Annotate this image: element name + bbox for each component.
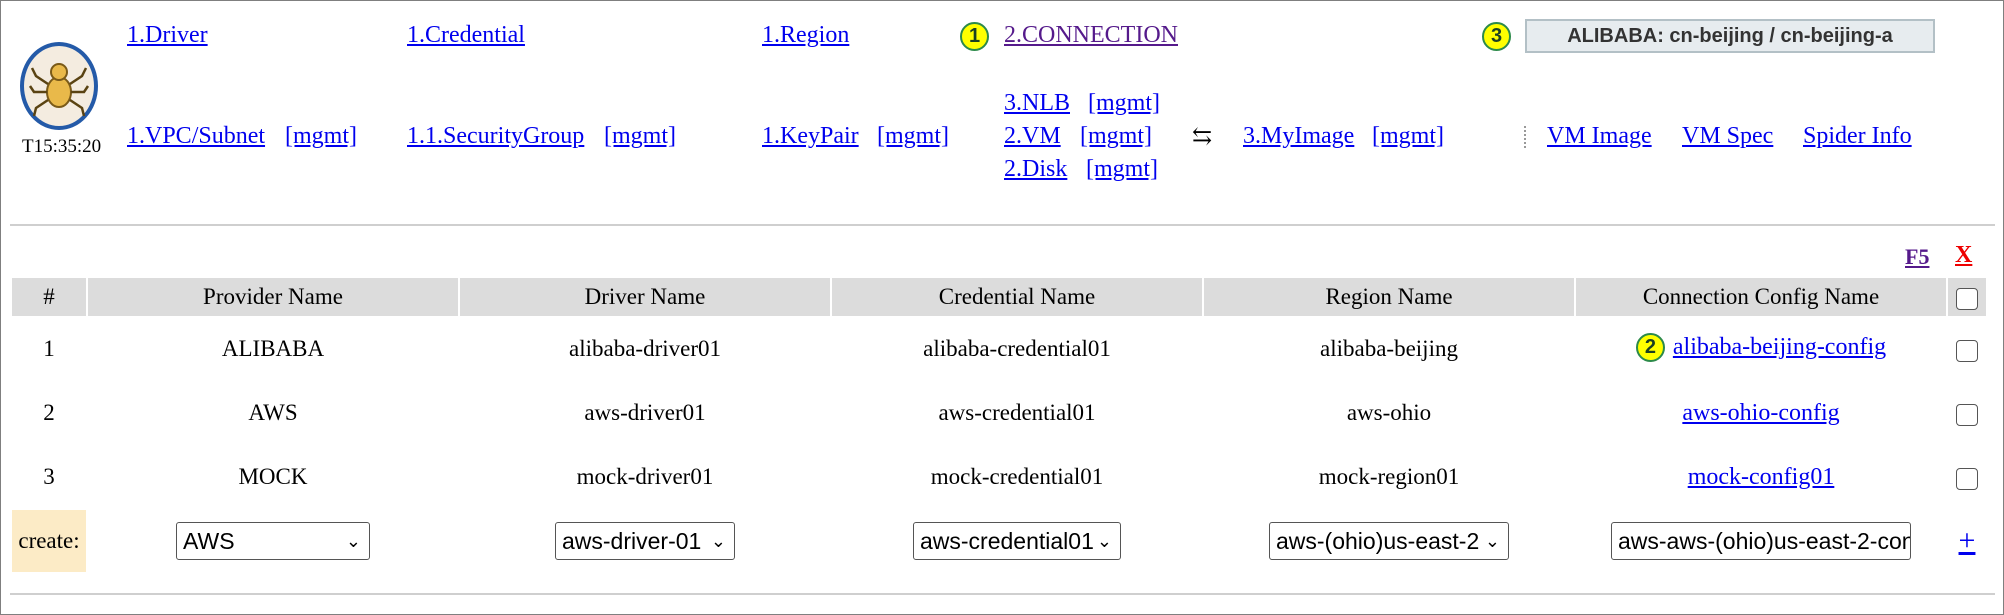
row-checkbox[interactable] bbox=[1956, 467, 1978, 490]
config-name-cell: 2 alibaba-beijing-config bbox=[1576, 318, 1946, 380]
row-checkbox[interactable] bbox=[1956, 403, 1978, 426]
row-select-cell bbox=[1948, 382, 1986, 444]
provider-name: ALIBABA bbox=[221, 336, 325, 361]
nav-spider-info-link[interactable]: Spider Info bbox=[1803, 123, 1912, 150]
create-config-cell: aws-aws-(ohio)us-east-2-con bbox=[1576, 510, 1946, 572]
create-label: create: bbox=[12, 510, 86, 572]
nav-vpc-link[interactable]: 1.VPC/Subnet bbox=[127, 123, 265, 150]
credential-select-value: aws-credential01 bbox=[920, 528, 1094, 554]
credential-name: alibaba-credential01 bbox=[923, 336, 1111, 361]
credential-name: mock-credential01 bbox=[930, 464, 1104, 489]
connection-table: # Provider Name Driver Name Credential N… bbox=[10, 276, 1988, 574]
col-provider-header: Provider Name bbox=[88, 278, 458, 316]
col-credential-header: Credential Name bbox=[832, 278, 1202, 316]
nav-securitygroup-link[interactable]: 1.1.SecurityGroup bbox=[407, 123, 584, 150]
driver-select-value: aws-driver-01 bbox=[562, 528, 702, 554]
table-row: 2 AWS aws-driver01 aws-credential01 aws-… bbox=[12, 382, 1986, 444]
driver-name: alibaba-driver01 bbox=[569, 336, 721, 361]
nav-disk-mgmt-link[interactable]: [mgmt] bbox=[1086, 156, 1158, 183]
row-select-cell bbox=[1948, 446, 1986, 508]
nav-myimage-mgmt-link[interactable]: [mgmt] bbox=[1372, 123, 1444, 150]
nav-keypair-link[interactable]: 1.KeyPair bbox=[762, 123, 859, 150]
config-name-cell: mock-config01 bbox=[1576, 446, 1946, 508]
region-name: mock-region01 bbox=[1318, 464, 1460, 489]
chevron-down-icon: ⌄ bbox=[345, 531, 361, 551]
region-select[interactable]: aws-(ohio)us-east-2 ⌄ bbox=[1269, 522, 1509, 560]
nav-driver-link[interactable]: 1.Driver bbox=[127, 22, 208, 49]
header-divider bbox=[10, 224, 1995, 226]
driver-name: mock-driver01 bbox=[576, 464, 714, 489]
nav-vm-spec-link[interactable]: VM Spec bbox=[1682, 123, 1773, 150]
nav-nlb-link[interactable]: 3.NLB bbox=[1004, 90, 1070, 117]
provider-name: MOCK bbox=[238, 464, 308, 489]
row-number: 2 bbox=[43, 400, 55, 425]
col-number-header: # bbox=[12, 278, 86, 316]
table-row: 1 ALIBABA alibaba-driver01 alibaba-crede… bbox=[12, 318, 1986, 380]
col-config-header: Connection Config Name bbox=[1576, 278, 1946, 316]
chevron-down-icon: ⌄ bbox=[1484, 531, 1500, 551]
config-name-input[interactable]: aws-aws-(ohio)us-east-2-con bbox=[1611, 522, 1911, 560]
nav-keypair-mgmt-link[interactable]: [mgmt] bbox=[877, 123, 949, 150]
config-link[interactable]: aws-ohio-config bbox=[1682, 400, 1839, 426]
provider-name: AWS bbox=[248, 400, 298, 425]
region-select-value: aws-(ohio)us-east-2 bbox=[1276, 528, 1480, 554]
chevron-down-icon: ⌄ bbox=[1096, 531, 1112, 551]
credential-name: aws-credential01 bbox=[938, 400, 1096, 425]
clock-time: T15:35:20 bbox=[22, 136, 102, 157]
nav-disk-link[interactable]: 2.Disk bbox=[1004, 156, 1067, 183]
create-provider-cell: AWS ⌄ bbox=[88, 510, 458, 572]
spider-logo bbox=[20, 42, 98, 130]
select-all-checkbox[interactable] bbox=[1956, 287, 1978, 310]
swap-arrows-icon: ⇆ bbox=[1192, 124, 1213, 150]
nav-credential-link[interactable]: 1.Credential bbox=[407, 22, 525, 49]
config-name-cell: aws-ohio-config bbox=[1576, 382, 1946, 444]
region-name: aws-ohio bbox=[1346, 400, 1432, 425]
nav-nlb-mgmt-link[interactable]: [mgmt] bbox=[1088, 90, 1160, 117]
create-add-cell: + bbox=[1948, 510, 1986, 572]
config-link[interactable]: mock-config01 bbox=[1688, 464, 1835, 490]
col-driver-header: Driver Name bbox=[460, 278, 830, 316]
create-row: create: AWS ⌄ aws-driver-01 ⌄ aws-credenti… bbox=[12, 510, 1986, 572]
add-connection-button[interactable]: + bbox=[1959, 524, 1976, 557]
nav-vm-link[interactable]: 2.VM bbox=[1004, 123, 1061, 150]
region-name: alibaba-beijing bbox=[1320, 336, 1458, 361]
driver-select[interactable]: aws-driver-01 ⌄ bbox=[555, 522, 735, 560]
delete-button[interactable]: X bbox=[1955, 242, 1972, 269]
footer-divider bbox=[10, 593, 1995, 595]
row-number: 3 bbox=[43, 464, 55, 489]
table-header-row: # Provider Name Driver Name Credential N… bbox=[12, 278, 1986, 316]
badge-3-icon: 3 bbox=[1482, 22, 1511, 51]
row-number: 1 bbox=[43, 336, 55, 361]
current-region-display: ALIBABA: cn-beijing / cn-beijing-a bbox=[1525, 19, 1935, 53]
nav-vm-mgmt-link[interactable]: [mgmt] bbox=[1080, 123, 1152, 150]
nav-region-link[interactable]: 1.Region bbox=[762, 22, 849, 49]
credential-select[interactable]: aws-credential01 ⌄ bbox=[913, 522, 1121, 560]
create-credential-cell: aws-credential01 ⌄ bbox=[832, 510, 1202, 572]
badge-2-icon: 2 bbox=[1635, 332, 1665, 362]
badge-1-icon: 1 bbox=[960, 22, 989, 51]
driver-name: aws-driver01 bbox=[584, 400, 706, 425]
row-checkbox[interactable] bbox=[1956, 339, 1978, 362]
nav-separator bbox=[1524, 126, 1526, 148]
create-driver-cell: aws-driver-01 ⌄ bbox=[460, 510, 830, 572]
config-link[interactable]: alibaba-beijing-config bbox=[1673, 334, 1886, 360]
refresh-button[interactable]: F5 bbox=[1905, 244, 1929, 270]
nav-vpc-mgmt-link[interactable]: [mgmt] bbox=[285, 123, 357, 150]
provider-select-value: AWS bbox=[183, 528, 235, 554]
table-row: 3 MOCK mock-driver01 mock-credential01 m… bbox=[12, 446, 1986, 508]
nav-vm-image-link[interactable]: VM Image bbox=[1547, 123, 1652, 150]
row-select-cell bbox=[1948, 318, 1986, 380]
provider-select[interactable]: AWS ⌄ bbox=[176, 522, 370, 560]
chevron-down-icon: ⌄ bbox=[710, 531, 726, 551]
create-region-cell: aws-(ohio)us-east-2 ⌄ bbox=[1204, 510, 1574, 572]
nav-securitygroup-mgmt-link[interactable]: [mgmt] bbox=[604, 123, 676, 150]
col-region-header: Region Name bbox=[1204, 278, 1574, 316]
nav-myimage-link[interactable]: 3.MyImage bbox=[1243, 123, 1354, 150]
select-all-cell bbox=[1948, 278, 1986, 316]
nav-connection-link[interactable]: 2.CONNECTION bbox=[1004, 22, 1178, 49]
